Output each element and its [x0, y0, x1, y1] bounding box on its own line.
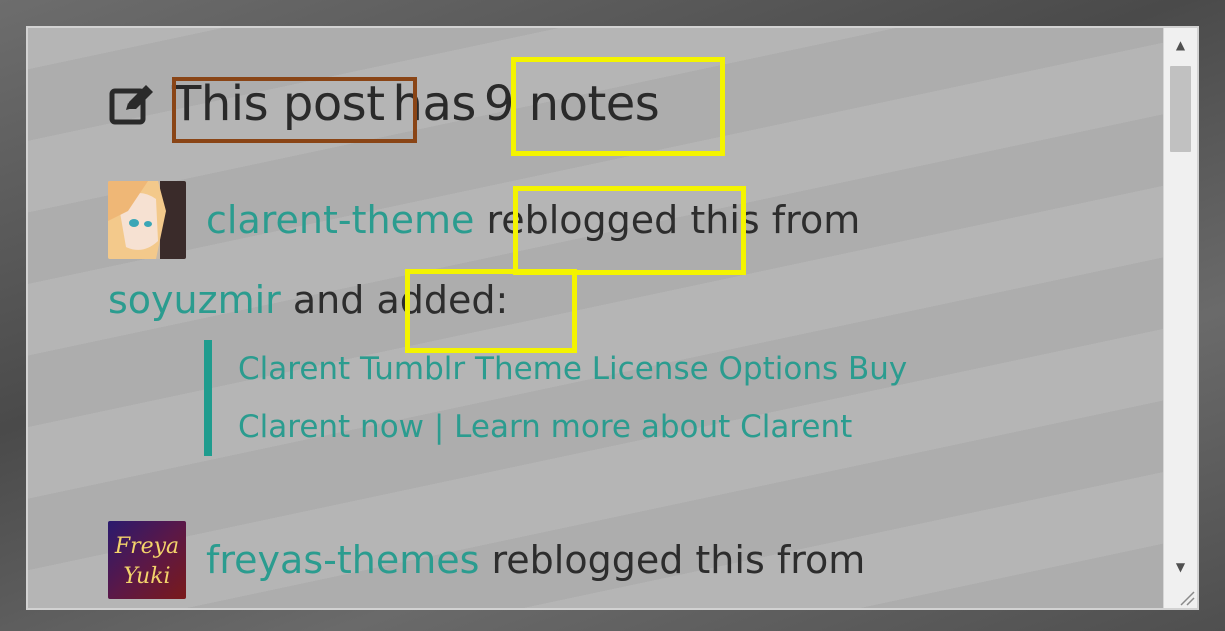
- avatar-text-top: Freya: [114, 534, 179, 559]
- note-quote: Clarent Tumblr Theme License Options Buy…: [204, 340, 1078, 456]
- quote-line[interactable]: Clarent Tumblr Theme License Options Buy: [238, 340, 1078, 398]
- scroll-up-arrow-icon[interactable]: ▲: [1164, 28, 1197, 62]
- screenshot-stage: This post has 9 notes clarent-theme rebl…: [0, 0, 1225, 631]
- notes-content: This post has 9 notes clarent-theme rebl…: [28, 28, 1163, 608]
- avatar-text-bottom: Yuki: [123, 564, 170, 589]
- note-action: reblogged this from: [491, 538, 866, 582]
- note-username-link[interactable]: freyas-themes: [206, 538, 479, 582]
- resize-grip-icon[interactable]: [1177, 588, 1195, 606]
- note-source-link[interactable]: soyuzmir: [108, 278, 281, 322]
- heading-this-post: This post: [172, 76, 385, 132]
- avatar[interactable]: Freya Yuki: [108, 521, 186, 599]
- note-conjunction: and: [292, 278, 365, 322]
- avatar[interactable]: [108, 181, 186, 259]
- notes-textarea-panel[interactable]: This post has 9 notes clarent-theme rebl…: [26, 26, 1199, 610]
- quote-line[interactable]: Clarent now | Learn more about Clarent: [238, 398, 1078, 456]
- scroll-down-arrow-icon[interactable]: ▼: [1164, 550, 1197, 584]
- note-item: clarent-theme reblogged this from: [108, 180, 860, 260]
- vertical-scrollbar[interactable]: ▲ ▼: [1163, 28, 1197, 608]
- note-item: Freya Yuki freyas-themes reblogged this …: [108, 520, 865, 600]
- notes-heading: This post has 9 notes: [108, 74, 663, 134]
- heading-has: has: [392, 76, 477, 132]
- note-action-suffix: this from: [690, 198, 861, 242]
- note-username-link[interactable]: clarent-theme: [206, 198, 474, 242]
- edit-icon: [108, 82, 158, 126]
- note-source-line: soyuzmir and added:: [108, 270, 508, 330]
- note-action: reblogged: [486, 198, 679, 242]
- note-added-label: added:: [376, 278, 509, 322]
- scroll-thumb[interactable]: [1170, 66, 1191, 152]
- heading-note-count: 9 notes: [483, 76, 660, 132]
